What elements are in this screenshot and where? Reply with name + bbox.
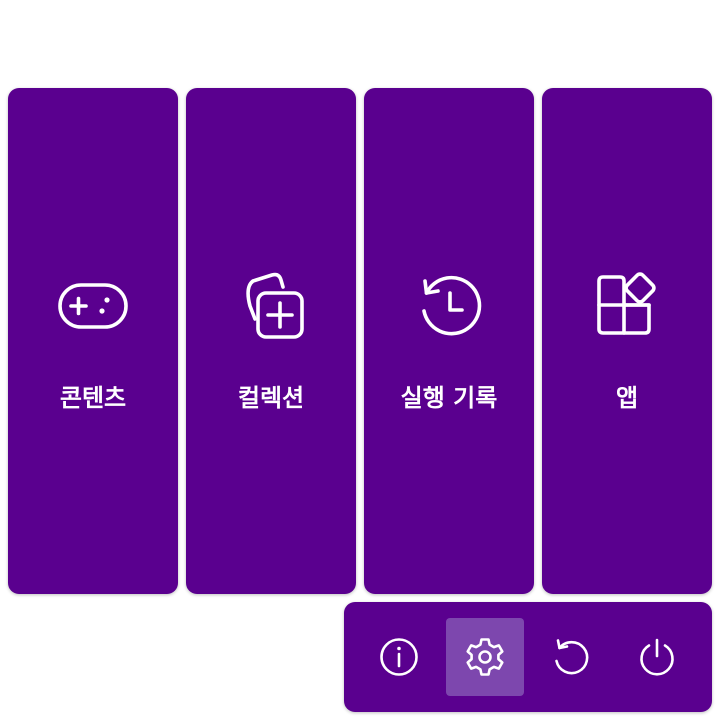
tile-apps[interactable]: 앱 — [542, 88, 712, 594]
restart-icon — [555, 639, 589, 675]
apps-icon — [589, 268, 665, 344]
tile-label: 콘텐츠 — [59, 384, 127, 412]
launcher-screen: 콘텐츠 컬렉션 실행 기록 앱 — [0, 0, 720, 720]
info-icon — [380, 638, 418, 676]
tile-content[interactable]: 콘텐츠 — [8, 88, 178, 594]
info-button[interactable] — [360, 618, 438, 696]
gamepad-icon — [55, 268, 131, 344]
history-icon — [411, 268, 487, 344]
power-button[interactable] — [618, 618, 696, 696]
settings-button[interactable] — [446, 618, 524, 696]
tile-label: 앱 — [615, 384, 639, 412]
gear-icon — [466, 638, 504, 676]
restart-button[interactable] — [532, 618, 610, 696]
tile-collections[interactable]: 컬렉션 — [186, 88, 356, 594]
tile-label: 컬렉션 — [237, 384, 305, 412]
tile-history[interactable]: 실행 기록 — [364, 88, 534, 594]
tile-label: 실행 기록 — [400, 384, 498, 412]
power-icon — [640, 638, 674, 676]
power-menu-bar — [344, 602, 712, 712]
collection-add-icon — [233, 268, 309, 344]
